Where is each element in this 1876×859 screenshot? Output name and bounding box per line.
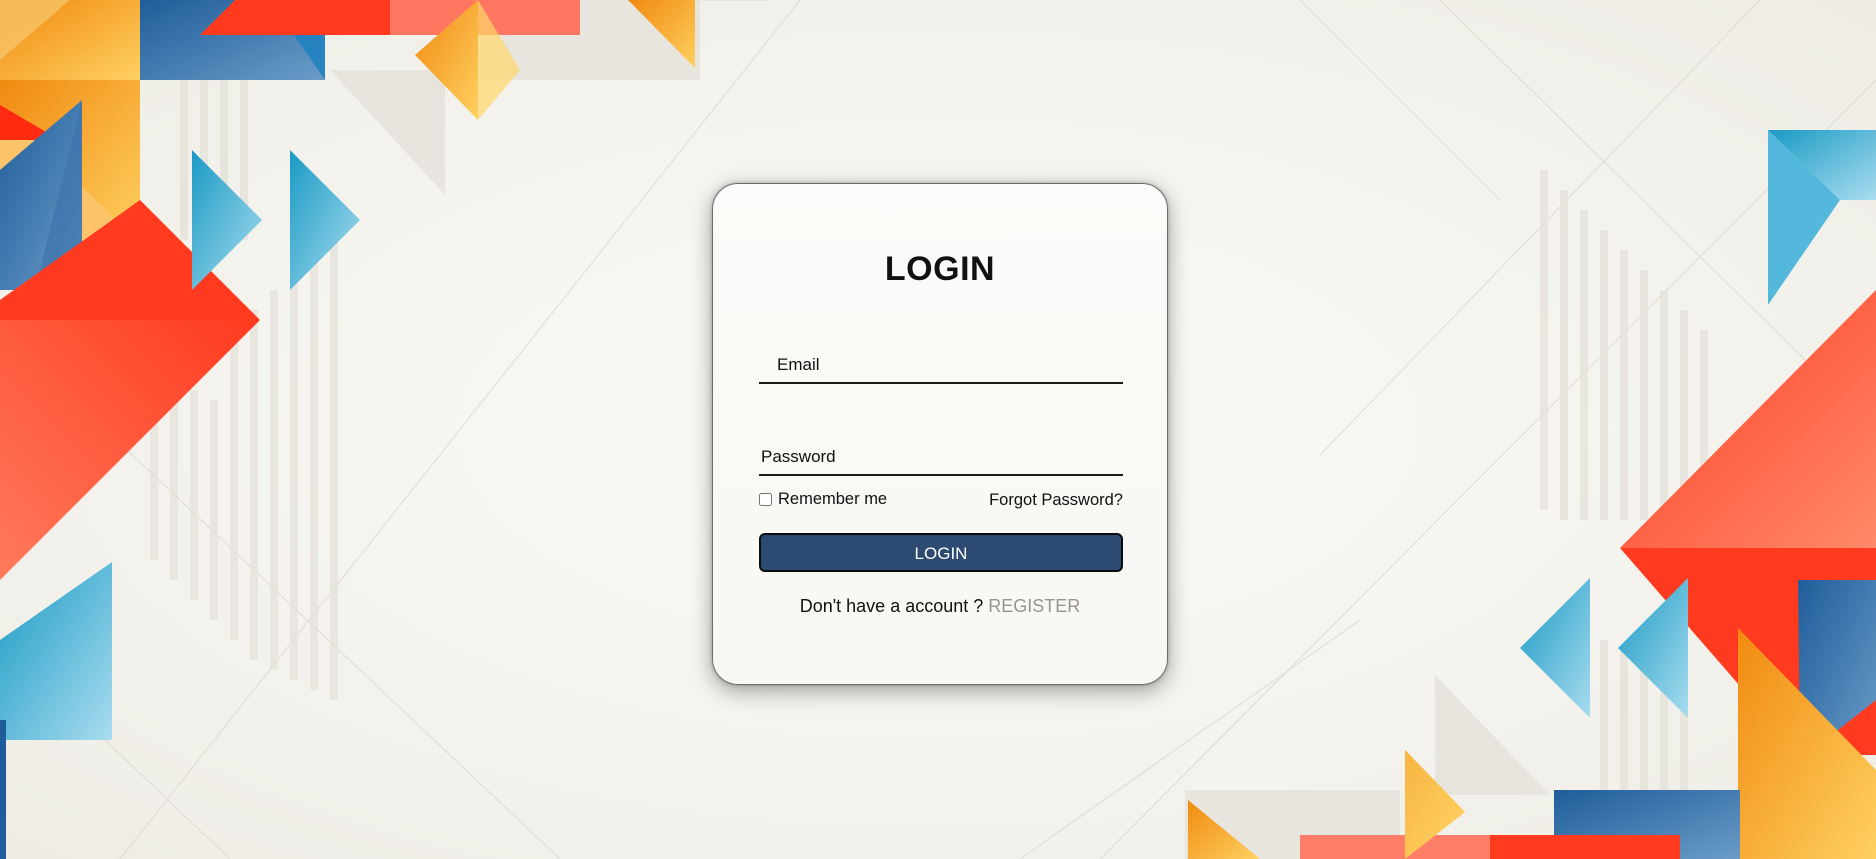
email-field-wrapper [759, 348, 1123, 384]
login-button[interactable]: LOGIN [759, 533, 1123, 572]
register-row: Don't have a account ? REGISTER [713, 596, 1167, 617]
login-page: LOGIN Remember me Forgot Password? LOGIN… [0, 0, 1876, 859]
options-row: Remember me Forgot Password? [759, 490, 1123, 512]
remember-me[interactable]: Remember me [759, 490, 887, 509]
login-title: LOGIN [884, 250, 996, 288]
register-prompt: Don't have a account ? [799, 596, 989, 616]
password-input[interactable] [759, 440, 1123, 474]
forgot-password-link[interactable]: Forgot Password? [989, 491, 1123, 510]
remember-me-checkbox[interactable] [759, 493, 772, 506]
remember-me-label: Remember me [778, 490, 888, 508]
login-card: LOGIN Remember me Forgot Password? LOGIN… [712, 183, 1168, 685]
password-field-wrapper [759, 440, 1123, 476]
register-link[interactable]: REGISTER [988, 596, 1080, 616]
email-input[interactable] [759, 348, 1123, 382]
